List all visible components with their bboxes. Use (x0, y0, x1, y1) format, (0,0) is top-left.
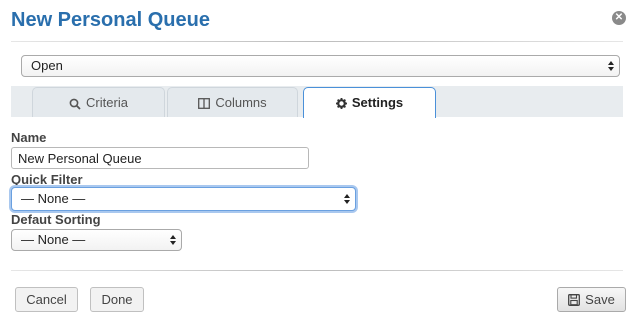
cancel-button[interactable]: Cancel (15, 287, 78, 312)
tab-criteria-label: Criteria (86, 95, 128, 110)
default-sorting-label: Defaut Sorting (11, 212, 101, 227)
name-input[interactable] (11, 147, 309, 169)
select-arrows-icon (608, 61, 614, 71)
tab-settings[interactable]: Settings (303, 87, 436, 118)
header-divider (11, 41, 623, 42)
tab-columns[interactable]: Columns (167, 87, 298, 117)
tab-criteria[interactable]: Criteria (32, 87, 165, 117)
search-icon (69, 98, 81, 110)
select-arrows-icon (344, 194, 350, 204)
status-select-value: Open (31, 58, 63, 73)
dialog-title: New Personal Queue (11, 9, 210, 31)
new-queue-dialog: New Personal Queue ✕ Open Criteria Colum… (0, 0, 635, 324)
quick-filter-label: Quick Filter (11, 172, 83, 187)
gear-icon (335, 98, 347, 110)
quick-filter-select[interactable]: — None — (11, 187, 356, 211)
status-select[interactable]: Open (21, 55, 620, 77)
quick-filter-value: — None — (21, 191, 86, 206)
close-icon[interactable]: ✕ (612, 11, 626, 25)
tab-bar: Criteria Columns Settings (11, 86, 623, 118)
default-sorting-select[interactable]: — None — (11, 229, 182, 251)
floppy-disk-icon (568, 293, 581, 306)
tab-settings-label: Settings (351, 95, 404, 110)
footer-divider (11, 270, 623, 271)
columns-icon (198, 98, 211, 110)
select-arrows-icon (170, 235, 176, 245)
default-sorting-value: — None — (21, 232, 86, 247)
done-button[interactable]: Done (90, 287, 144, 312)
save-button[interactable]: Save (557, 287, 626, 312)
name-label: Name (11, 130, 47, 145)
save-button-label: Save (585, 292, 615, 307)
tab-columns-label: Columns (215, 95, 267, 110)
